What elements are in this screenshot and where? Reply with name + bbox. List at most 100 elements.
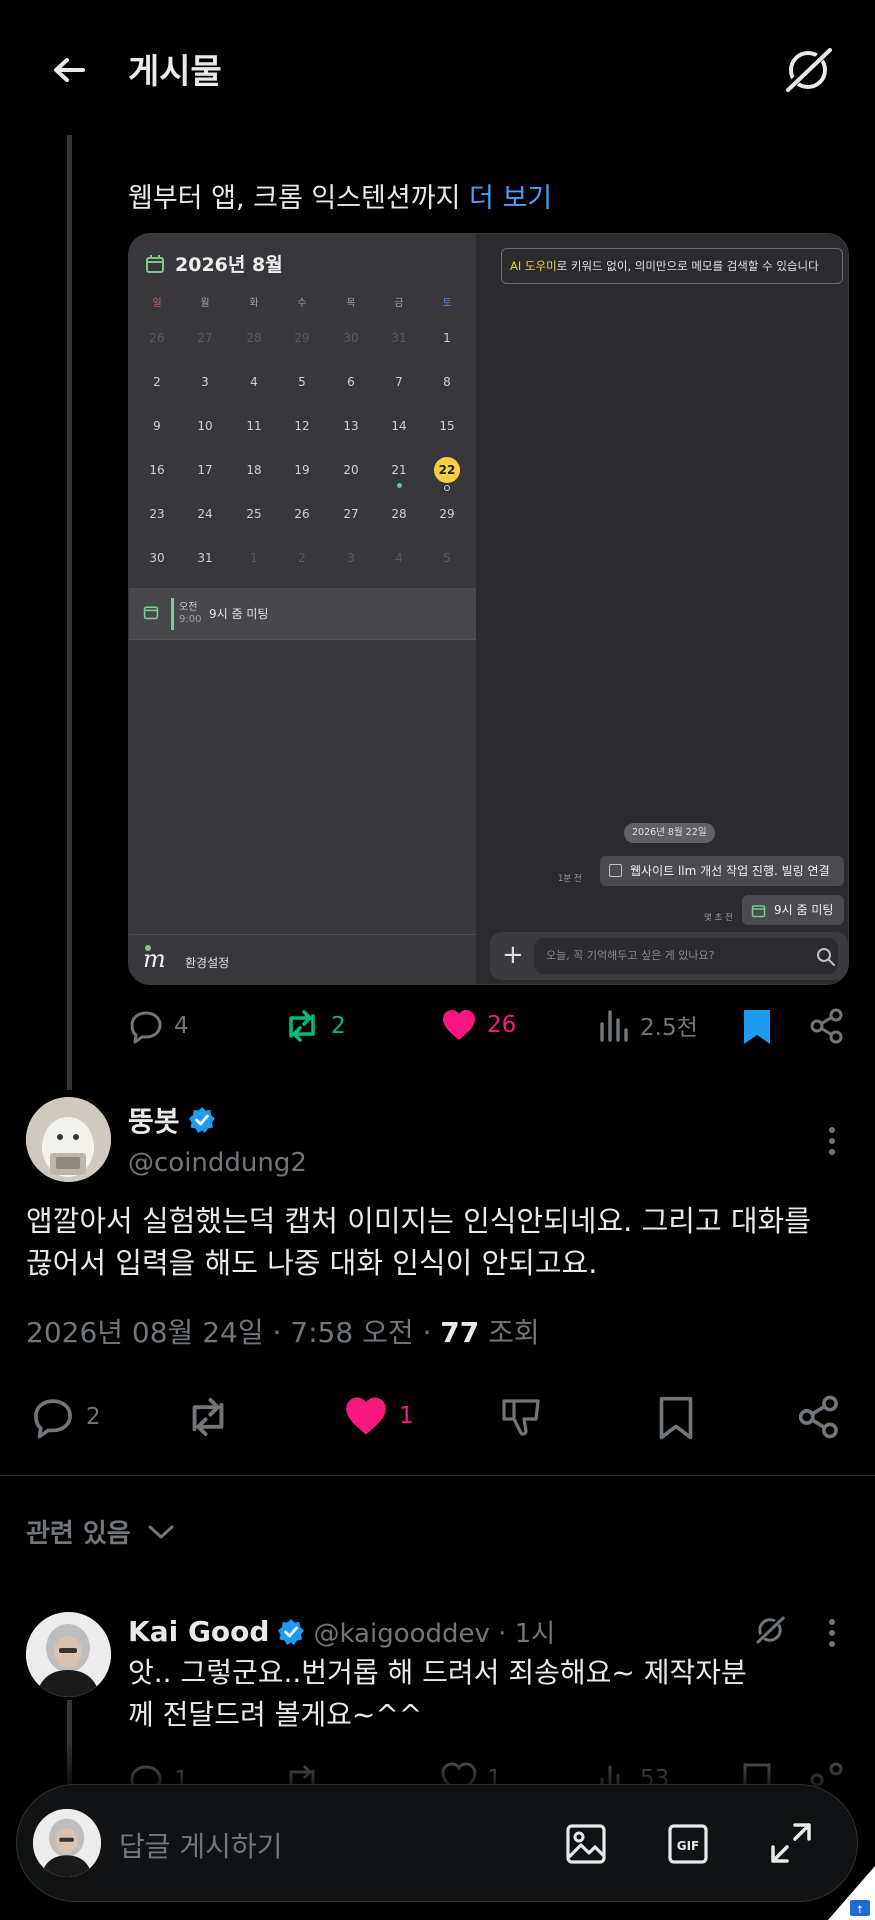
- reply-composer[interactable]: 답글 게시하기 GIF: [16, 1784, 858, 1902]
- search-icon[interactable]: [816, 947, 836, 967]
- calendar-day[interactable]: 12: [278, 419, 326, 433]
- author-handle[interactable]: @coinddung2: [128, 1148, 307, 1178]
- like-button[interactable]: 26: [441, 1008, 516, 1042]
- like-button[interactable]: 1: [343, 1395, 414, 1437]
- calendar-day[interactable]: 2: [278, 551, 326, 565]
- bar-chart-icon: [598, 1008, 630, 1042]
- calendar-day[interactable]: 9: [133, 419, 181, 433]
- calendar-day[interactable]: 29: [278, 331, 326, 345]
- calendar-day[interactable]: 7: [375, 375, 423, 389]
- calendar-day[interactable]: 29: [423, 507, 471, 521]
- calendar-day[interactable]: 11: [230, 419, 278, 433]
- bookmark-button[interactable]: [742, 1008, 772, 1046]
- calendar-day[interactable]: 28: [230, 331, 278, 345]
- back-arrow-icon[interactable]: [40, 40, 100, 100]
- calendar-day[interactable]: 16: [133, 463, 181, 477]
- calendar-day[interactable]: 6: [327, 375, 375, 389]
- checkbox-icon[interactable]: [609, 864, 622, 877]
- reply-button[interactable]: 4: [128, 1008, 189, 1044]
- calendar-day[interactable]: 5: [278, 375, 326, 389]
- author-display-name[interactable]: 뚱봇: [128, 1100, 180, 1140]
- views-count: 2.5천: [640, 1015, 698, 1041]
- calendar-day-today[interactable]: 22: [423, 457, 471, 491]
- more-options-icon[interactable]: [828, 1126, 836, 1156]
- author-display-name[interactable]: Kai Good: [128, 1615, 269, 1648]
- more-options-icon[interactable]: [828, 1618, 836, 1648]
- heart-filled-icon: [343, 1395, 389, 1437]
- avatar[interactable]: [26, 1097, 111, 1182]
- repost-button[interactable]: 2: [283, 1008, 346, 1044]
- calendar-icon: [143, 604, 159, 620]
- calendar-day[interactable]: 17: [181, 463, 229, 477]
- dislike-button[interactable]: [500, 1395, 544, 1439]
- calendar-day[interactable]: 31: [375, 331, 423, 345]
- calendar-day[interactable]: 3: [327, 551, 375, 565]
- author-handle-time[interactable]: @kaigooddev · 1시: [313, 1613, 555, 1650]
- calendar-day[interactable]: 31: [181, 551, 229, 565]
- calendar-day[interactable]: 27: [181, 331, 229, 345]
- calendar-day[interactable]: 4: [230, 375, 278, 389]
- event-message[interactable]: 9시 줌 미팅: [742, 895, 844, 925]
- calendar-day[interactable]: 10: [181, 419, 229, 433]
- calendar-day[interactable]: 8: [423, 375, 471, 389]
- repost-button[interactable]: [183, 1395, 233, 1439]
- calendar-day[interactable]: 1: [423, 331, 471, 345]
- person-avatar-icon: [26, 1612, 111, 1697]
- calendar-day[interactable]: 2: [133, 375, 181, 389]
- calendar-day[interactable]: 21: [375, 463, 423, 488]
- grok-icon[interactable]: [778, 40, 838, 100]
- calendar-day[interactable]: 1: [230, 551, 278, 565]
- reply-button[interactable]: 2: [30, 1395, 101, 1439]
- share-button[interactable]: [810, 1008, 844, 1044]
- share-button[interactable]: [798, 1395, 840, 1439]
- chat-panel: AI 도우미로 키워드 없이, 의미만으로 메모를 검색할 수 있습니다 202…: [476, 234, 848, 984]
- gif-icon[interactable]: GIF: [667, 1823, 709, 1865]
- calendar-day[interactable]: 3: [181, 375, 229, 389]
- person-avatar-icon: [33, 1809, 101, 1877]
- corner-badge-icon: ↑: [828, 1866, 875, 1920]
- bookmark-button[interactable]: [657, 1395, 695, 1441]
- calendar-day[interactable]: 15: [423, 419, 471, 433]
- reply-input[interactable]: 답글 게시하기: [119, 1825, 282, 1865]
- related-label: 관련 있음: [26, 1519, 131, 1549]
- calendar-day[interactable]: 20: [327, 463, 375, 477]
- author-name-row[interactable]: Kai Good @kaigooddev · 1시: [128, 1613, 555, 1650]
- settings-bar[interactable]: m 환경설정: [129, 934, 476, 984]
- post-body-text: 앗.. 그렇군요..번거롭 해 드려서 죄송해요~ 제작자분께 전달드려 볼게요…: [128, 1656, 747, 1731]
- thread-line: [67, 135, 72, 1090]
- calendar-day[interactable]: 30: [327, 331, 375, 345]
- calendar-day[interactable]: 18: [230, 463, 278, 477]
- calendar-day[interactable]: 27: [327, 507, 375, 521]
- views-button[interactable]: 2.5천: [598, 1008, 698, 1042]
- calendar-day[interactable]: 4: [375, 551, 423, 565]
- avatar[interactable]: [26, 1612, 111, 1697]
- calendar-day[interactable]: 28: [375, 507, 423, 521]
- show-more-link[interactable]: 더 보기: [469, 183, 552, 214]
- weekday-thu: 목: [346, 298, 356, 309]
- calendar-day[interactable]: 30: [133, 551, 181, 565]
- calendar-day[interactable]: 26: [133, 331, 181, 345]
- expand-icon[interactable]: [769, 1821, 813, 1865]
- calendar-day[interactable]: 13: [327, 419, 375, 433]
- image-icon[interactable]: [565, 1823, 607, 1865]
- author-name-row[interactable]: 뚱봇: [128, 1100, 216, 1140]
- related-filter-dropdown[interactable]: 관련 있음: [26, 1513, 175, 1550]
- calendar-day[interactable]: 5: [423, 551, 471, 565]
- svg-text:GIF: GIF: [677, 1839, 700, 1853]
- calendar-day[interactable]: 23: [133, 507, 181, 521]
- calendar-day[interactable]: 26: [278, 507, 326, 521]
- post-media-image[interactable]: 2026년 8월 일 월 화 수 목 금 토 26 27 28 29 30 31…: [128, 233, 849, 985]
- calendar-day[interactable]: 14: [375, 419, 423, 433]
- memo-message[interactable]: 웹사이트 llm 개선 작업 진행. 빌링 연결: [600, 856, 844, 886]
- calendar-day[interactable]: 19: [278, 463, 326, 477]
- app-logo: m: [143, 945, 166, 973]
- grok-icon[interactable]: [752, 1612, 788, 1648]
- event-item[interactable]: 오전 9:00 9시 줌 미팅: [129, 588, 476, 640]
- add-icon[interactable]: +: [502, 940, 524, 970]
- memo-input[interactable]: 오늘, 꼭 기억해두고 싶은 게 있나요?: [534, 938, 838, 974]
- calendar-day-label: 21: [391, 463, 407, 477]
- calendar-day[interactable]: 24: [181, 507, 229, 521]
- event-message-text: 9시 줌 미팅: [774, 903, 834, 917]
- reply-count: 4: [174, 1013, 189, 1039]
- calendar-day[interactable]: 25: [230, 507, 278, 521]
